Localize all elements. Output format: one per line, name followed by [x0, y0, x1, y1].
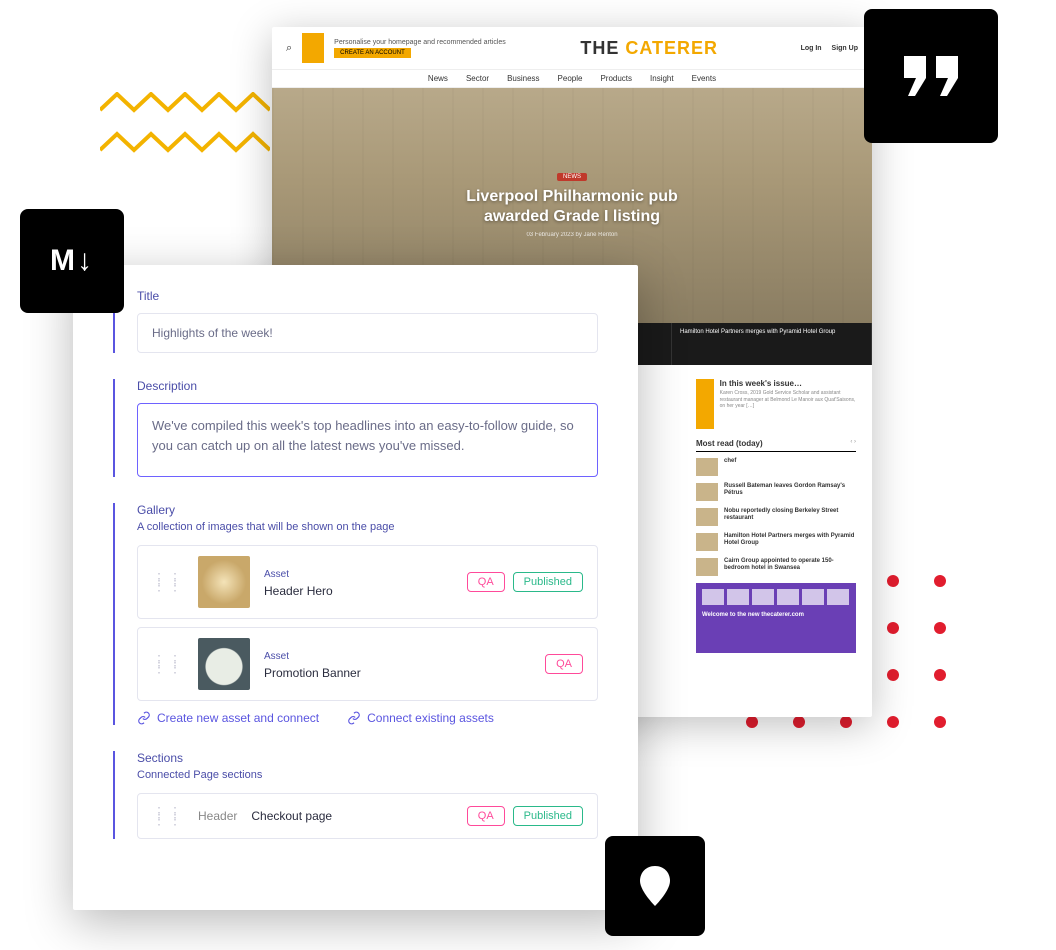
- asset-name: Header Hero: [264, 584, 453, 598]
- markdown-icon: M↓: [50, 244, 94, 278]
- issue-cover: [696, 379, 714, 429]
- nav-insight[interactable]: Insight: [650, 74, 674, 83]
- most-read-item[interactable]: Cairn Group appointed to operate 150-bed…: [696, 558, 856, 576]
- nav-products[interactable]: Products: [600, 74, 632, 83]
- link-icon: [347, 711, 361, 725]
- section-type: Header: [198, 809, 237, 823]
- create-asset-link[interactable]: Create new asset and connect: [137, 711, 319, 725]
- published-badge: Published: [513, 572, 583, 592]
- drag-handle-icon[interactable]: ⋮⋮⋮⋮: [152, 809, 184, 823]
- quote-tile: [864, 9, 998, 143]
- link-icon: [137, 711, 151, 725]
- cta-block: Personalise your homepage and recommende…: [334, 39, 506, 58]
- title-label: Title: [137, 289, 598, 303]
- description-textarea[interactable]: We've compiled this week's top headlines…: [137, 403, 598, 477]
- asset-kind: Asset: [264, 651, 289, 662]
- nav-people[interactable]: People: [558, 74, 583, 83]
- qa-badge: QA: [467, 806, 505, 826]
- hero-byline: 03 February 2023 by Jane Renton: [526, 232, 617, 238]
- title-input[interactable]: Highlights of the week!: [137, 313, 598, 353]
- pin-tile: [605, 836, 705, 936]
- nav-news[interactable]: News: [428, 74, 448, 83]
- connect-asset-link[interactable]: Connect existing assets: [347, 711, 494, 725]
- section-row[interactable]: ⋮⋮⋮⋮ Header Checkout page QA Published: [137, 793, 598, 839]
- published-badge: Published: [513, 806, 583, 826]
- asset-kind: Asset: [264, 569, 289, 580]
- video-promo[interactable]: Welcome to the new thecaterer.com: [696, 583, 856, 653]
- nav-business[interactable]: Business: [507, 74, 539, 83]
- asset-name: Promotion Banner: [264, 666, 531, 680]
- issue-title: In this week's issue…: [720, 379, 856, 388]
- magazine-thumb: [302, 33, 324, 63]
- sections-label: Sections: [137, 751, 598, 765]
- login-link[interactable]: Log In: [801, 45, 822, 52]
- qa-badge: QA: [467, 572, 505, 592]
- section-name: Checkout page: [251, 809, 452, 823]
- most-read-item[interactable]: Hamilton Hotel Partners merges with Pyra…: [696, 533, 856, 551]
- most-read-item[interactable]: Nobu reportedly closing Berkeley Street …: [696, 508, 856, 526]
- nav-sector[interactable]: Sector: [466, 74, 489, 83]
- gallery-sublabel: A collection of images that will be show…: [137, 521, 598, 533]
- sections-sublabel: Connected Page sections: [137, 769, 598, 781]
- cta-text: Personalise your homepage and recommende…: [334, 39, 506, 46]
- gallery-label: Gallery: [137, 503, 598, 517]
- asset-card[interactable]: ⋮⋮⋮⋮ Asset Header Hero QA Published: [137, 545, 598, 619]
- cms-form: Title Highlights of the week! Descriptio…: [73, 265, 638, 910]
- hero-tag: NEWS: [557, 173, 587, 181]
- most-read-item[interactable]: chef: [696, 458, 856, 476]
- site-nav: News Sector Business People Products Ins…: [272, 69, 872, 88]
- nav-events[interactable]: Events: [692, 74, 716, 83]
- hero-headline: Liverpool Philharmonic pub awarded Grade…: [432, 187, 712, 225]
- asset-thumb: [198, 556, 250, 608]
- drag-handle-icon[interactable]: ⋮⋮⋮⋮: [152, 575, 184, 589]
- asset-card[interactable]: ⋮⋮⋮⋮ Asset Promotion Banner QA: [137, 627, 598, 701]
- qa-badge: QA: [545, 654, 583, 674]
- markdown-tile: M↓: [20, 209, 124, 313]
- quote-icon: [904, 56, 958, 96]
- zigzag-decoration: [100, 92, 270, 172]
- asset-thumb: [198, 638, 250, 690]
- sidebar: In this week's issue… Karen Cross, 2019 …: [696, 379, 856, 653]
- description-label: Description: [137, 379, 598, 393]
- search-icon[interactable]: ⌕: [286, 42, 292, 55]
- create-account-button[interactable]: CREATE AN ACCOUNT: [334, 48, 411, 58]
- drag-handle-icon[interactable]: ⋮⋮⋮⋮: [152, 657, 184, 671]
- most-read-item[interactable]: Russell Bateman leaves Gordon Ramsay's P…: [696, 483, 856, 501]
- most-read-header: Most read (today)‹ ›: [696, 439, 856, 452]
- pin-icon: [640, 866, 670, 906]
- issue-blurb: Karen Cross, 2019 Gold Service Scholar a…: [720, 390, 856, 410]
- signup-link[interactable]: Sign Up: [832, 45, 858, 52]
- site-logo: THE CATERER: [516, 38, 783, 59]
